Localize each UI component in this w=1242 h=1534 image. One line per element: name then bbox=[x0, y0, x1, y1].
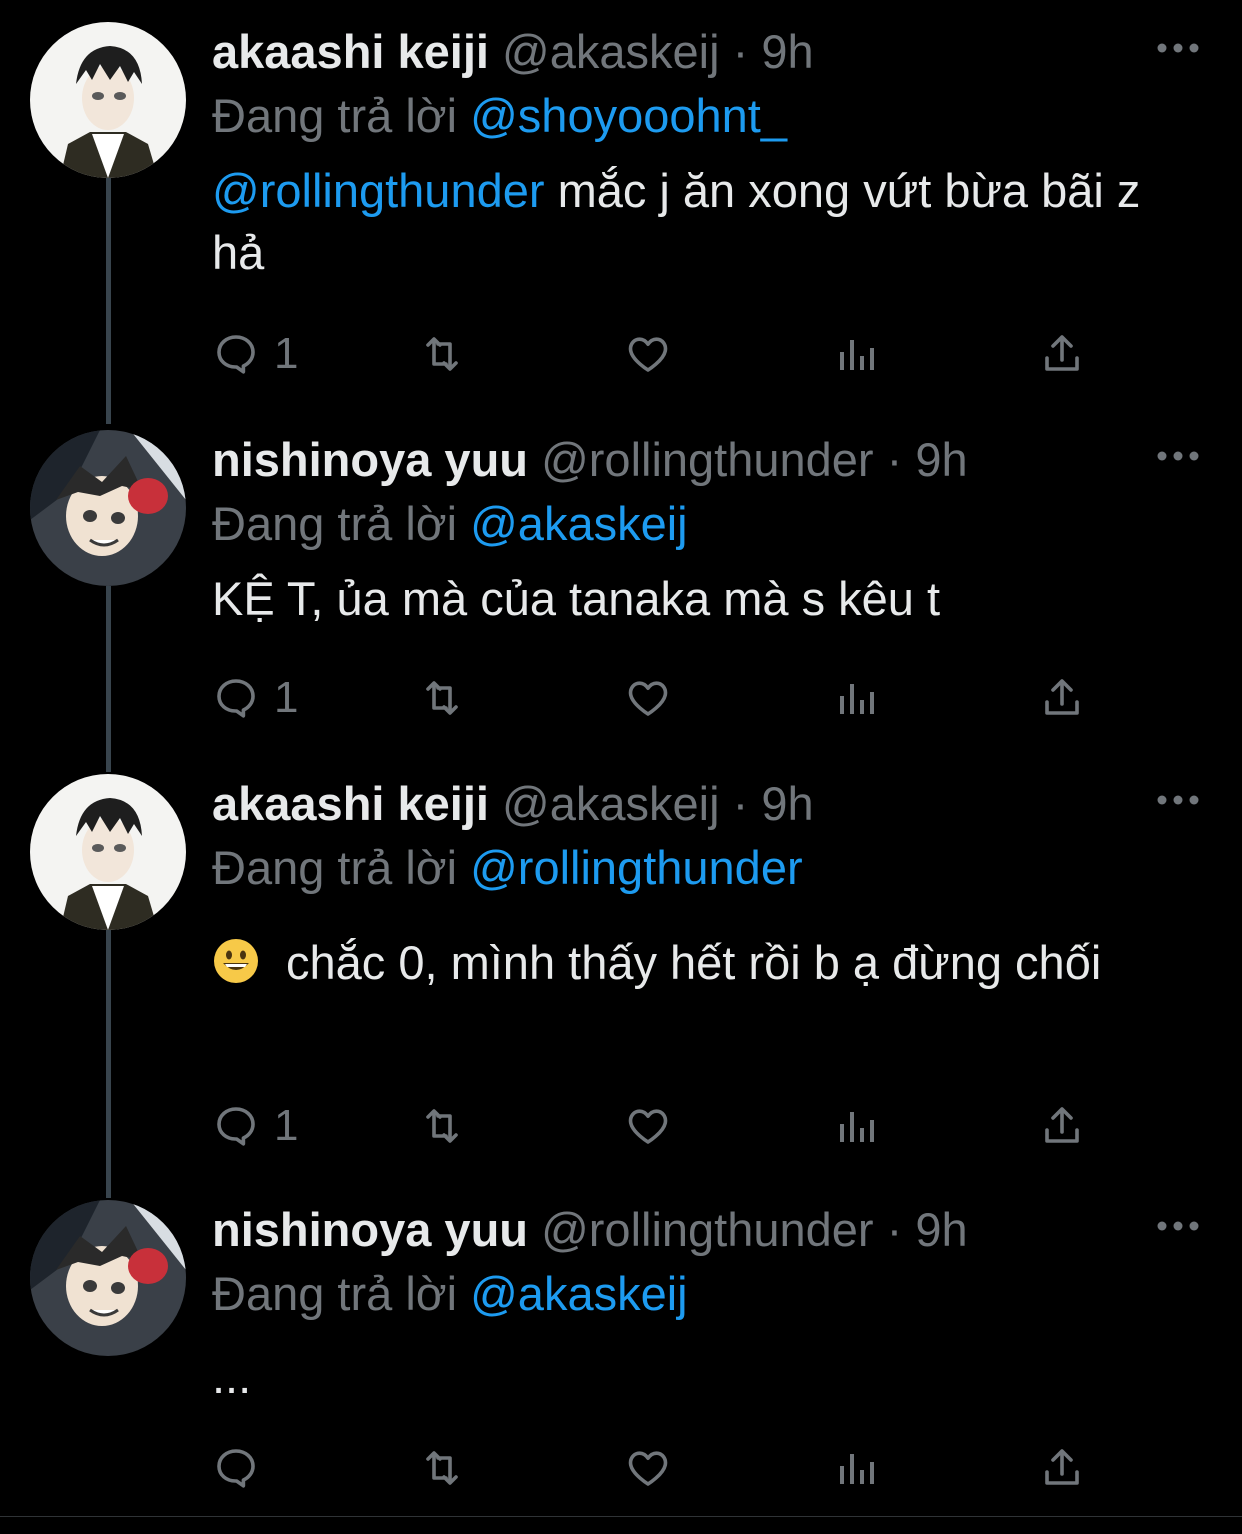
reply-button[interactable]: 1 bbox=[212, 1098, 298, 1154]
like-button[interactable] bbox=[624, 670, 672, 726]
replying-to-label: Đang trả lời bbox=[212, 1267, 458, 1320]
share-icon bbox=[1045, 335, 1079, 371]
tweet[interactable]: akaashi keiji @akaskeij · 9h Đang trả lờ… bbox=[0, 752, 1242, 1182]
tweet[interactable]: nishinoya yuu @rollingthunder · 9h Đang … bbox=[0, 1178, 1242, 1518]
display-name[interactable]: akaashi keiji bbox=[212, 25, 489, 78]
display-name[interactable]: akaashi keiji bbox=[212, 777, 489, 830]
retweet-button[interactable] bbox=[418, 670, 466, 726]
reply-button[interactable]: 1 bbox=[212, 670, 298, 726]
replying-to-mention[interactable]: @akaskeij bbox=[470, 1267, 688, 1320]
replying-to-label: Đang trả lời bbox=[212, 89, 458, 142]
views-icon bbox=[840, 684, 874, 714]
reply-icon bbox=[217, 679, 255, 718]
more-icon[interactable] bbox=[1154, 788, 1202, 812]
tweet-text: chắc 0, mình thấy hết rồi b ạ đừng chối bbox=[212, 932, 1172, 994]
tweet-header: akaashi keiji @akaskeij · 9h bbox=[212, 776, 814, 832]
tweet-header: akaashi keiji @akaskeij · 9h bbox=[212, 24, 814, 80]
views-icon bbox=[840, 340, 874, 370]
separator-dot: · bbox=[886, 433, 903, 486]
reply-count: 1 bbox=[274, 1101, 299, 1150]
like-button[interactable] bbox=[624, 1098, 672, 1154]
replying-to-mention[interactable]: @rollingthunder bbox=[470, 841, 803, 894]
replying-to-label: Đang trả lời bbox=[212, 841, 458, 894]
reply-button[interactable] bbox=[212, 1440, 274, 1496]
tweet-text: KỆ T, ủa mà của tanaka mà s kêu t bbox=[212, 572, 941, 625]
timestamp[interactable]: 9h bbox=[915, 433, 967, 486]
divider bbox=[0, 1516, 1242, 1517]
tweet-header: nishinoya yuu @rollingthunder · 9h bbox=[212, 432, 968, 488]
like-button[interactable] bbox=[624, 1440, 672, 1496]
user-handle[interactable]: @akaskeij bbox=[502, 25, 720, 78]
retweet-button[interactable] bbox=[418, 326, 466, 382]
tweet-text: @rollingthunder mắc j ăn xong vứt bừa bã… bbox=[212, 160, 1172, 284]
tweet-actions bbox=[212, 1440, 1112, 1496]
share-button[interactable] bbox=[1038, 326, 1086, 382]
reply-icon bbox=[217, 1107, 255, 1146]
timestamp[interactable]: 9h bbox=[915, 1203, 967, 1256]
retweet-icon bbox=[426, 1109, 458, 1143]
separator-dot: · bbox=[732, 25, 749, 78]
separator-dot: · bbox=[886, 1203, 903, 1256]
replying-to: Đang trả lời @akaskeij bbox=[212, 1266, 688, 1322]
tweet[interactable]: akaashi keiji @akaskeij · 9h Đang trả lờ… bbox=[0, 0, 1242, 410]
views-button[interactable] bbox=[832, 1440, 880, 1496]
replying-to-label: Đang trả lời bbox=[212, 497, 458, 550]
tweet-actions: 1 bbox=[212, 326, 1112, 382]
separator-dot: · bbox=[732, 777, 749, 830]
timestamp[interactable]: 9h bbox=[761, 777, 813, 830]
heart-icon bbox=[628, 1451, 668, 1486]
display-name[interactable]: nishinoya yuu bbox=[212, 1203, 528, 1256]
views-icon bbox=[840, 1112, 874, 1142]
retweet-icon bbox=[426, 337, 458, 371]
reply-icon bbox=[217, 335, 255, 374]
display-name[interactable]: nishinoya yuu bbox=[212, 433, 528, 486]
user-handle[interactable]: @rollingthunder bbox=[541, 1203, 874, 1256]
views-icon bbox=[840, 1454, 874, 1484]
share-icon bbox=[1045, 1449, 1079, 1485]
avatar[interactable] bbox=[30, 22, 186, 178]
share-icon bbox=[1045, 1107, 1079, 1143]
retweet-icon bbox=[426, 681, 458, 715]
views-button[interactable] bbox=[832, 1098, 880, 1154]
reply-button[interactable]: 1 bbox=[212, 326, 298, 382]
share-icon bbox=[1045, 679, 1079, 715]
like-button[interactable] bbox=[624, 326, 672, 382]
retweet-button[interactable] bbox=[418, 1440, 466, 1496]
user-handle[interactable]: @akaskeij bbox=[502, 777, 720, 830]
replying-to-mention[interactable]: @akaskeij bbox=[470, 497, 688, 550]
user-handle[interactable]: @rollingthunder bbox=[541, 433, 874, 486]
body-text: chắc 0, mình thấy hết rồi b ạ đừng chối bbox=[286, 936, 1102, 989]
views-button[interactable] bbox=[832, 326, 880, 382]
body-mention[interactable]: @rollingthunder bbox=[212, 164, 545, 217]
reply-count: 1 bbox=[274, 673, 299, 722]
tweet-header: nishinoya yuu @rollingthunder · 9h bbox=[212, 1202, 968, 1258]
replying-to: Đang trả lời @rollingthunder bbox=[212, 840, 803, 896]
share-button[interactable] bbox=[1038, 1098, 1086, 1154]
avatar[interactable] bbox=[30, 774, 186, 930]
share-button[interactable] bbox=[1038, 670, 1086, 726]
heart-icon bbox=[628, 681, 668, 716]
reply-count: 1 bbox=[274, 329, 299, 378]
retweet-button[interactable] bbox=[418, 1098, 466, 1154]
reply-icon bbox=[217, 1449, 255, 1488]
views-button[interactable] bbox=[832, 670, 880, 726]
tweet[interactable]: nishinoya yuu @rollingthunder · 9h Đang … bbox=[0, 408, 1242, 758]
replying-to: Đang trả lời @shoyooohnt_ bbox=[212, 88, 787, 144]
heart-icon bbox=[628, 1109, 668, 1144]
retweet-icon bbox=[426, 1451, 458, 1485]
more-icon[interactable] bbox=[1154, 1214, 1202, 1238]
grinning-face-emoji bbox=[214, 939, 258, 983]
avatar[interactable] bbox=[30, 430, 186, 586]
more-icon[interactable] bbox=[1154, 36, 1202, 60]
replying-to-mention[interactable]: @shoyooohnt_ bbox=[470, 89, 787, 142]
tweet-actions: 1 bbox=[212, 670, 1112, 726]
avatar[interactable] bbox=[30, 1200, 186, 1356]
timestamp[interactable]: 9h bbox=[761, 25, 813, 78]
tweet-actions: 1 bbox=[212, 1098, 1112, 1154]
replying-to: Đang trả lời @akaskeij bbox=[212, 496, 688, 552]
tweet-text: ... bbox=[212, 1350, 252, 1403]
share-button[interactable] bbox=[1038, 1440, 1086, 1496]
more-icon[interactable] bbox=[1154, 444, 1202, 468]
heart-icon bbox=[628, 337, 668, 372]
